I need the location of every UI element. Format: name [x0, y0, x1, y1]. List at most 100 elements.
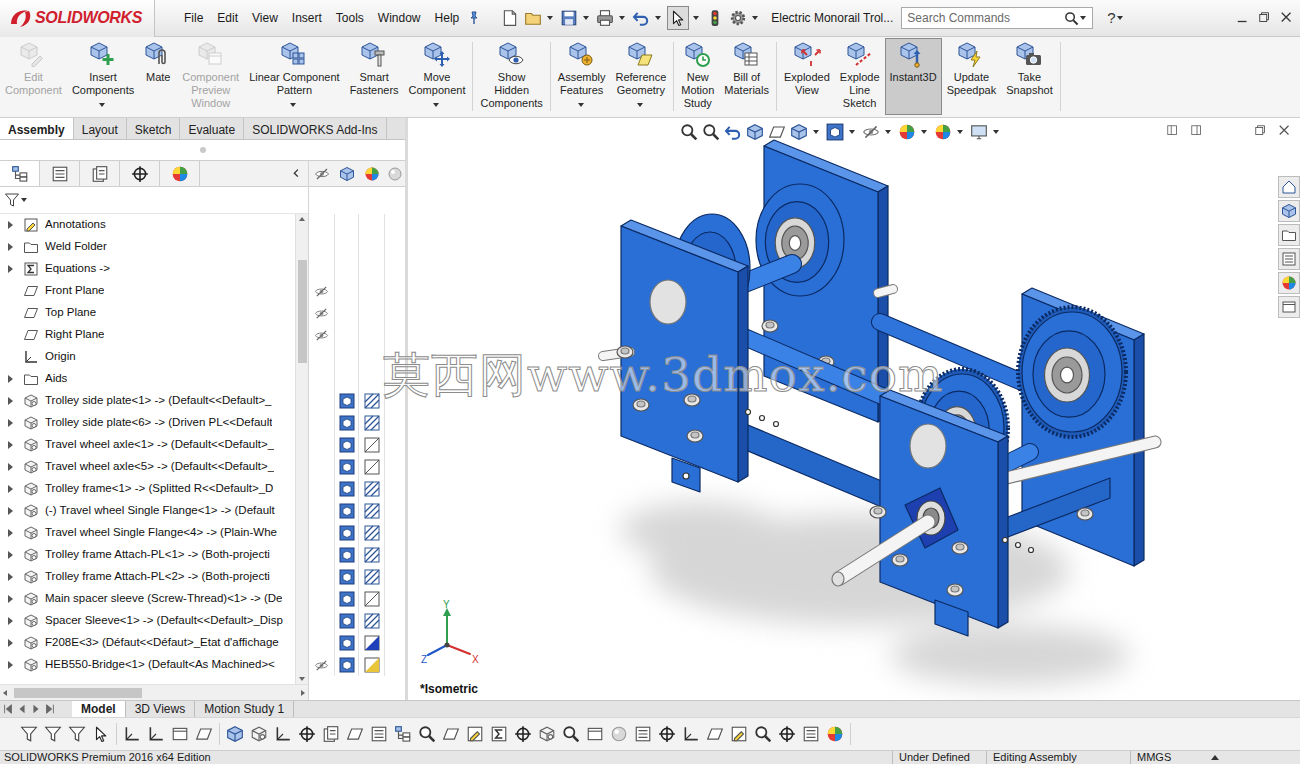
ribbon-button[interactable]: Show Hidden Components — [475, 38, 547, 118]
expand-toggle[interactable] — [0, 522, 20, 544]
scroll-thumb[interactable] — [298, 260, 307, 363]
display-mode[interactable] — [359, 500, 385, 522]
display-mode[interactable] — [359, 390, 385, 412]
tool-icon[interactable] — [466, 725, 484, 743]
restore-icon[interactable] — [1258, 11, 1272, 25]
panel-tab[interactable] — [160, 161, 200, 186]
tool-icon[interactable] — [442, 725, 460, 743]
tile-left-icon[interactable] — [1166, 124, 1180, 138]
display-cube-icon[interactable] — [339, 481, 355, 497]
toolbar-button[interactable] — [631, 7, 651, 29]
zoom-fit-icon[interactable] — [680, 123, 698, 141]
expand-toggle[interactable] — [0, 214, 20, 236]
ribbon-button[interactable]: Exploded View — [779, 38, 835, 115]
search-input[interactable] — [907, 9, 1064, 27]
toolbar-button[interactable] — [523, 7, 543, 29]
task-pane-tab[interactable] — [1278, 176, 1300, 198]
dropdown-caret-icon[interactable] — [547, 16, 553, 20]
tool-icon[interactable] — [658, 725, 676, 743]
hidden-state[interactable] — [309, 654, 335, 676]
tree-item[interactable]: Top Plane — [0, 302, 295, 324]
hidden-state[interactable] — [309, 544, 335, 566]
tree-item[interactable]: Spacer Sleeve<1> -> (Default<<Default>_D… — [0, 610, 295, 632]
tool-icon[interactable] — [778, 725, 796, 743]
display-mode[interactable] — [359, 654, 385, 676]
display-mode[interactable] — [359, 456, 385, 478]
display-mode-plain-icon[interactable] — [364, 437, 380, 453]
edit-appearance-icon[interactable] — [898, 123, 916, 141]
minimize-icon[interactable] — [1236, 11, 1250, 25]
display-mode[interactable] — [359, 324, 385, 346]
dimxpert-icon[interactable] — [131, 165, 149, 183]
display-mode-hatched-icon[interactable] — [364, 503, 380, 519]
menu-item[interactable]: Help — [428, 7, 467, 29]
panel-tab[interactable] — [0, 161, 40, 186]
tool-icon[interactable] — [20, 725, 38, 743]
display-cube-icon[interactable] — [339, 635, 355, 651]
display-mode[interactable] — [359, 522, 385, 544]
previous-view-icon[interactable] — [724, 123, 742, 141]
ribbon-button[interactable]: Update Speedpak — [942, 38, 1002, 115]
display-mode-icon[interactable] — [339, 166, 355, 182]
ribbon-button[interactable]: Reference Geometry — [611, 38, 672, 115]
display-cube-icon[interactable] — [339, 503, 355, 519]
ribbon-button[interactable]: Explode Line Sketch — [835, 38, 885, 118]
hidden-state[interactable] — [309, 324, 335, 346]
tool-icon[interactable] — [226, 725, 244, 743]
hide-show-items-icon[interactable] — [862, 123, 880, 141]
command-icon[interactable] — [144, 41, 172, 69]
display-mode-hatched-icon[interactable] — [364, 525, 380, 541]
hidden-icon[interactable] — [314, 306, 329, 321]
next-tab-icon[interactable] — [30, 703, 42, 715]
display-mode-hatched-icon[interactable] — [364, 569, 380, 585]
panel-handle[interactable] — [0, 140, 405, 160]
tree-item[interactable]: F208E<3> (Défaut<<Défaut>_Etat d'afficha… — [0, 632, 295, 654]
tool-icon[interactable] — [538, 725, 556, 743]
menu-item[interactable]: File — [177, 7, 210, 29]
previous-tab-icon[interactable] — [16, 703, 28, 715]
tool-icon[interactable] — [147, 725, 165, 743]
zoom-area-icon[interactable] — [702, 123, 720, 141]
hidden-state[interactable] — [309, 412, 335, 434]
command-icon[interactable] — [423, 41, 451, 69]
tool-icon[interactable] — [394, 725, 412, 743]
tree-item[interactable]: Front Plane — [0, 280, 295, 302]
bottom-tab[interactable]: Motion Study 1 — [195, 701, 294, 717]
hidden-icon[interactable] — [314, 328, 329, 343]
dropdown-caret-icon[interactable] — [921, 130, 927, 134]
view-settings-icon[interactable] — [970, 123, 988, 141]
task-pane-tab[interactable] — [1278, 200, 1300, 222]
apply-scene-icon[interactable] — [934, 123, 952, 141]
display-mode[interactable] — [359, 588, 385, 610]
scroll-left-icon[interactable] — [0, 688, 10, 698]
hidden-state[interactable] — [309, 368, 335, 390]
display-mode[interactable] — [359, 258, 385, 280]
hidden-state[interactable] — [309, 390, 335, 412]
tree-item[interactable]: Trolley frame Attach-PL<1> -> (Both-proj… — [0, 544, 295, 566]
task-pane-tab[interactable] — [1278, 296, 1300, 318]
print-icon[interactable] — [596, 9, 614, 27]
tool-icon[interactable] — [171, 725, 189, 743]
display-mode-hatched-icon[interactable] — [364, 547, 380, 563]
display-mode-plain-icon[interactable] — [364, 459, 380, 475]
dynamic-annotation-icon[interactable] — [768, 123, 786, 141]
dropdown-caret-icon[interactable] — [752, 16, 758, 20]
collapse-chevron-icon[interactable] — [290, 167, 304, 181]
hidden-state[interactable] — [309, 280, 335, 302]
tool-icon[interactable] — [68, 725, 86, 743]
expand-toggle[interactable] — [0, 368, 20, 390]
tool-icon[interactable] — [123, 725, 141, 743]
tree-item[interactable]: Trolley frame<1> -> (Splitted R<<Default… — [0, 478, 295, 500]
ribbon-button[interactable]: Instant3D — [885, 38, 942, 115]
command-tab[interactable]: Assembly — [0, 118, 74, 139]
view-palette-icon[interactable] — [1281, 251, 1297, 267]
tool-icon[interactable] — [826, 725, 844, 743]
command-icon[interactable] — [793, 41, 821, 69]
dropdown-caret-icon[interactable] — [1080, 16, 1086, 20]
toolbar-button[interactable] — [667, 6, 689, 30]
rebuild-icon[interactable] — [706, 9, 724, 27]
tool-icon[interactable] — [706, 725, 724, 743]
property-manager-icon[interactable] — [51, 165, 69, 183]
hidden-state[interactable] — [309, 434, 335, 456]
display-mode[interactable] — [359, 632, 385, 654]
